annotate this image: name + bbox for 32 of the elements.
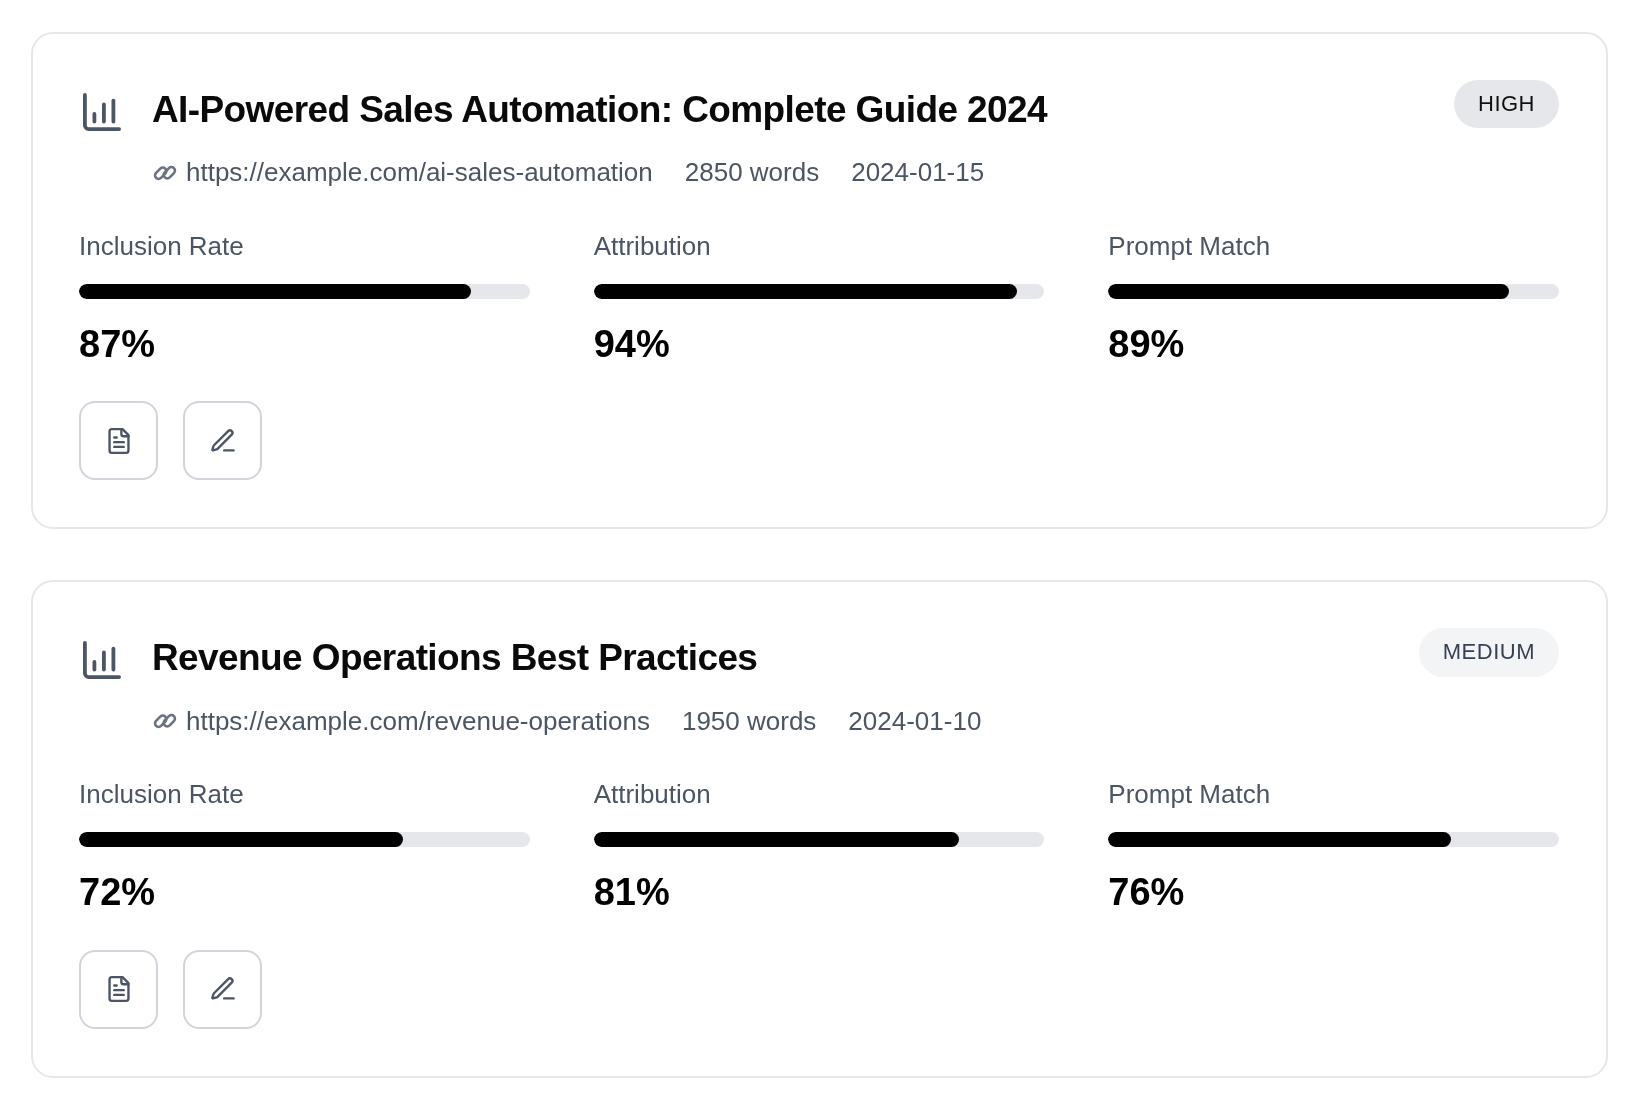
word-count: 1950 words [681,705,817,737]
card-title: AI-Powered Sales Automation: Complete Guide 2024 [152,88,1049,132]
document-button[interactable] [79,949,158,1029]
priority-badge: HIGH [1454,80,1559,129]
metric-label: Prompt Match [1108,230,1271,262]
metric-label: Prompt Match [1108,778,1271,811]
metric-label: Inclusion Rate [79,778,244,811]
document-button[interactable] [79,401,158,481]
edit-button[interactable] [183,401,262,481]
metric-label: Attribution [593,778,711,811]
card-title: Revenue Operations Best Practices [152,636,759,681]
word-count: 2850 words [684,157,820,189]
date-text: 2024-01-15 [851,157,985,189]
url-text: https://example.com/ai-sales-automation [186,157,653,189]
metric-value: 94% [593,321,670,367]
document-icon [106,427,131,454]
priority-badge: MEDIUM [1418,628,1559,677]
url-text: https://example.com/revenue-operations [186,705,650,737]
metric-label: Inclusion Rate [79,230,244,262]
document-icon [106,976,131,1003]
edit-button[interactable] [183,949,262,1029]
metric-value: 87% [79,321,156,367]
bar-chart-icon [83,641,121,680]
metric-label: Attribution [593,230,711,262]
pencil-icon [210,976,235,1003]
metric-value: 76% [1108,870,1185,916]
metric-value: 81% [593,870,670,916]
metric-value: 89% [1108,321,1185,367]
bar-chart-icon [83,93,121,131]
metric-value: 72% [79,870,156,916]
pencil-icon [210,427,235,454]
date-text: 2024-01-10 [848,705,982,737]
